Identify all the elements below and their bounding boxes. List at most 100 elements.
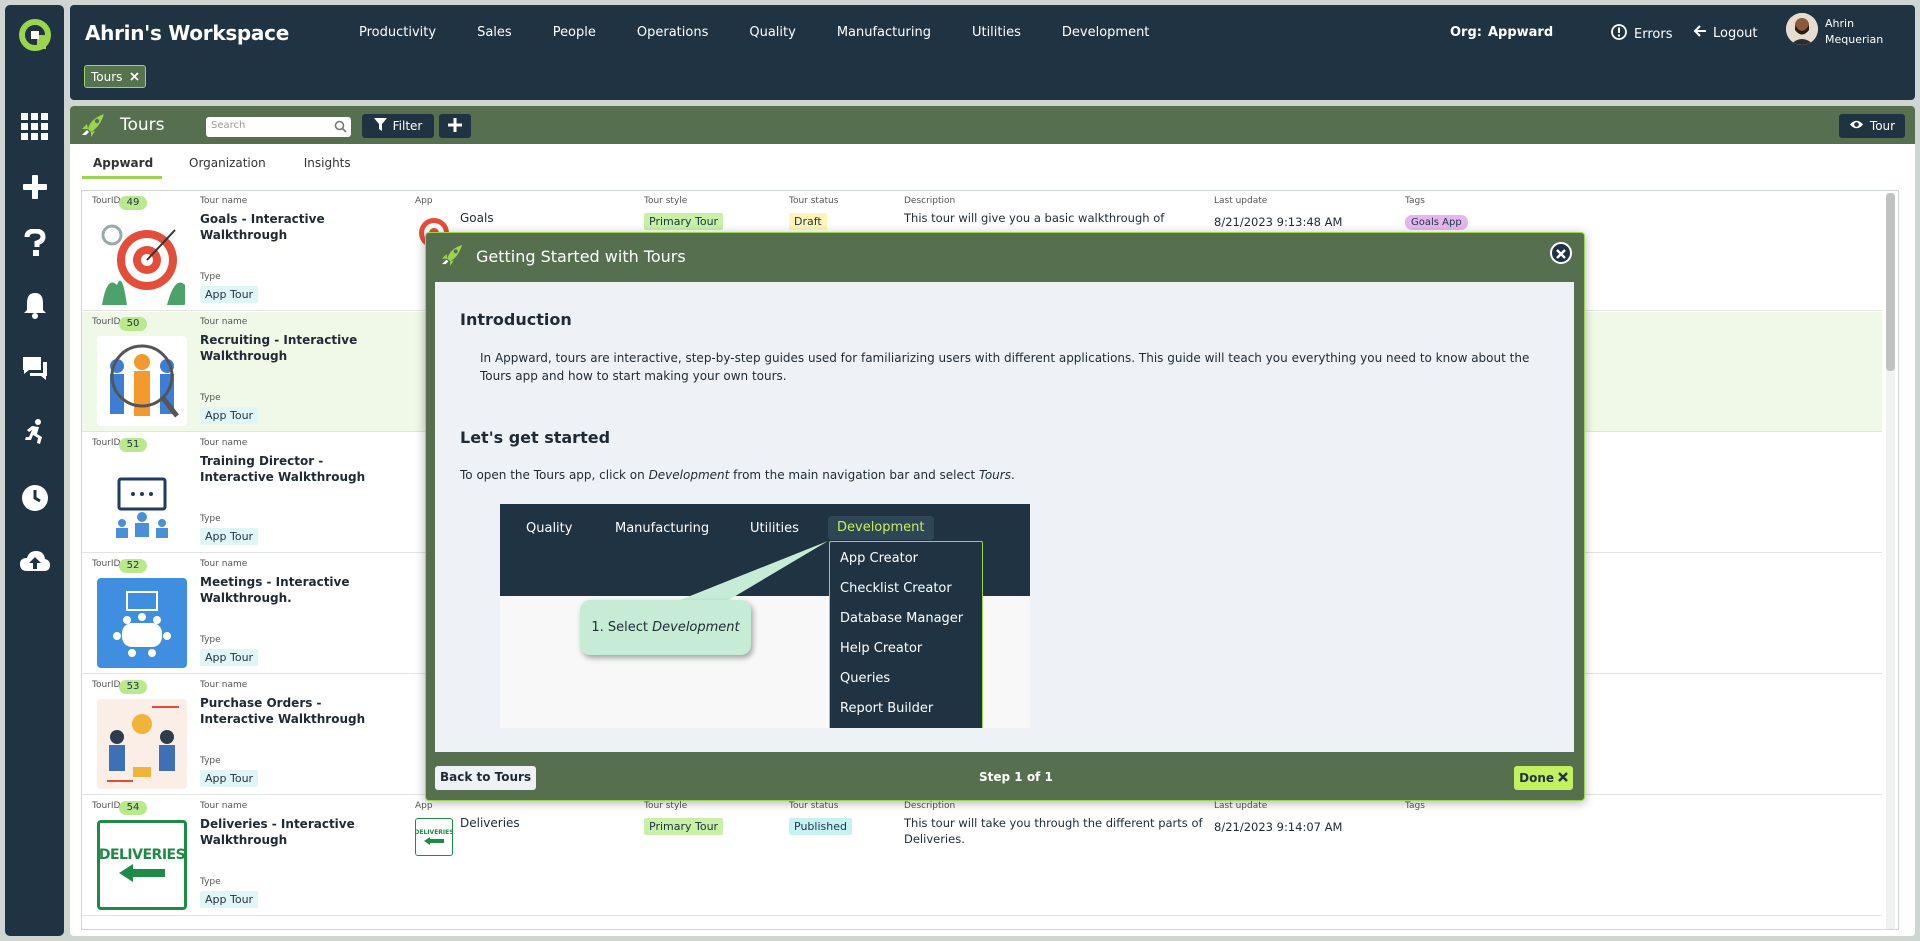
type-badge: App Tour [200,407,259,424]
tour-id-badge: 50 [119,317,147,331]
demo-menu-item: Checklist Creator [840,581,952,596]
deliveries-sign-image: DELIVERIES [97,820,187,910]
nav-quality[interactable]: Quality [749,25,795,40]
avatar[interactable] [1786,13,1818,45]
tour-name[interactable]: Training Director - Interactive Walkthro… [200,453,380,485]
plus-icon[interactable] [19,171,51,203]
status-badge: Draft [789,213,827,230]
nav-sales[interactable]: Sales [477,25,512,40]
demo-callout: 1. Select Development [580,600,751,655]
meetings-image [97,578,187,668]
chip-label: Tours [91,69,123,84]
purchase-orders-image [97,699,187,789]
nav-operations[interactable]: Operations [637,25,708,40]
app-tabs: Appward Organization Insights [82,150,378,179]
main-nav: Productivity Sales People Operations Qua… [359,25,1190,40]
close-icon [1558,771,1568,785]
nav-productivity[interactable]: Productivity [359,25,436,40]
tour-id-badge: 53 [119,680,147,694]
start-text: To open the Tours app, click on Developm… [460,468,1015,482]
tour-name[interactable]: Goals - Interactive Walkthrough [200,211,380,243]
training-image [97,457,187,547]
list-scrollbar[interactable] [1886,193,1895,929]
tour-name[interactable]: Deliveries - Interactive Walkthrough [200,816,380,848]
errors-label: Errors [1634,26,1673,42]
intro-text: In Appward, tours are interactive, step-… [480,351,1530,383]
tab-appward[interactable]: Appward [82,150,162,179]
app-title: Tours [120,115,165,135]
top-bar: Ahrin's Workspace Productivity Sales Peo… [70,5,1915,100]
recruiting-image [97,336,187,426]
help-icon[interactable] [19,227,51,259]
tour-description: This tour will give you a basic walkthro… [904,211,1165,225]
tour-id-badge: 49 [119,196,147,210]
add-button[interactable] [439,114,471,138]
status-badge: Published [789,818,852,835]
eye-icon [1849,119,1864,133]
tour-description: This tour will take you through the diff… [904,816,1203,846]
type-badge: App Tour [200,286,259,303]
tour-style-badge: Primary Tour [644,818,724,835]
modal-close-button[interactable] [1550,242,1572,264]
deliveries-app-icon: DELIVERIES [414,818,454,856]
appward-logo-icon[interactable] [19,17,51,53]
goals-target-image [97,215,187,305]
errors-button[interactable]: Errors [1611,24,1672,44]
user-name: Ahrin Mequerian [1825,17,1884,46]
logout-label: Logout [1713,25,1758,41]
tour-name[interactable]: Purchase Orders - Interactive Walkthroug… [200,695,380,727]
filter-button[interactable]: Filter [362,114,434,138]
nav-development[interactable]: Development [1062,25,1150,40]
demo-menu-item: Report Builder [840,701,934,716]
last-update: 8/21/2023 9:13:48 AM [1214,215,1343,229]
tour-id-badge: 51 [119,438,147,452]
org-selector[interactable]: Org: Appward [1450,25,1553,40]
cloud-upload-icon[interactable] [19,546,51,578]
intro-heading: Introduction [460,310,572,329]
search-input[interactable]: Search [206,117,351,137]
modal-body[interactable]: Introduction In Appward, tours are inter… [435,282,1574,752]
open-app-chip[interactable]: Tours [84,65,147,88]
demo-screenshot: Quality Manufacturing Utilities Developm… [500,504,1030,728]
table-row[interactable]: TourID 54 DELIVERIES Tour name Deliverie… [82,796,1882,916]
search-icon [334,120,347,136]
apps-grid-icon[interactable] [19,111,51,143]
running-person-icon[interactable] [19,416,51,448]
scrollbar-thumb[interactable] [1886,193,1895,371]
type-badge: App Tour [200,770,259,787]
tour-name[interactable]: Meetings - Interactive Walkthrough. [200,574,380,606]
getting-started-modal: Getting Started with Tours Introduction … [425,232,1585,801]
nav-people[interactable]: People [553,25,596,40]
tour-id-badge: 52 [119,559,147,573]
tab-insights[interactable]: Insights [293,150,362,179]
close-icon[interactable] [130,70,140,84]
tab-organization[interactable]: Organization [178,150,277,179]
close-icon [1556,244,1566,263]
tour-name[interactable]: Recruiting - Interactive Walkthrough [200,332,380,364]
left-rail [5,5,64,936]
type-badge: App Tour [200,649,259,666]
plus-icon [448,117,462,136]
app-header: Tours Search Filter Tour [70,106,1915,144]
logout-button[interactable]: Logout [1693,24,1758,42]
chat-icon[interactable] [19,352,51,384]
nav-manufacturing[interactable]: Manufacturing [837,25,931,40]
demo-menu-item: App Creator [840,551,919,566]
done-button[interactable]: Done [1514,766,1573,790]
demo-menu-item: Queries [840,671,891,686]
start-heading: Let's get started [460,428,611,447]
modal-title: Getting Started with Tours [476,247,686,266]
demo-dropdown-menu: App Creator Checklist Creator Database M… [829,541,983,728]
demo-menu-item: Database Manager [840,611,964,626]
nav-utilities[interactable]: Utilities [972,25,1021,40]
type-badge: App Tour [200,891,259,908]
type-badge: App Tour [200,528,259,545]
app-name: Deliveries [460,816,520,830]
bell-icon[interactable] [19,289,51,321]
demo-menu-item: Help Creator [840,641,923,656]
tour-button[interactable]: Tour [1839,114,1905,138]
back-to-tours-button[interactable]: Back to Tours [435,766,537,790]
clock-icon[interactable] [19,482,51,514]
tag-badge: Goals App [1405,215,1468,230]
workspace-title: Ahrin's Workspace [85,21,289,45]
